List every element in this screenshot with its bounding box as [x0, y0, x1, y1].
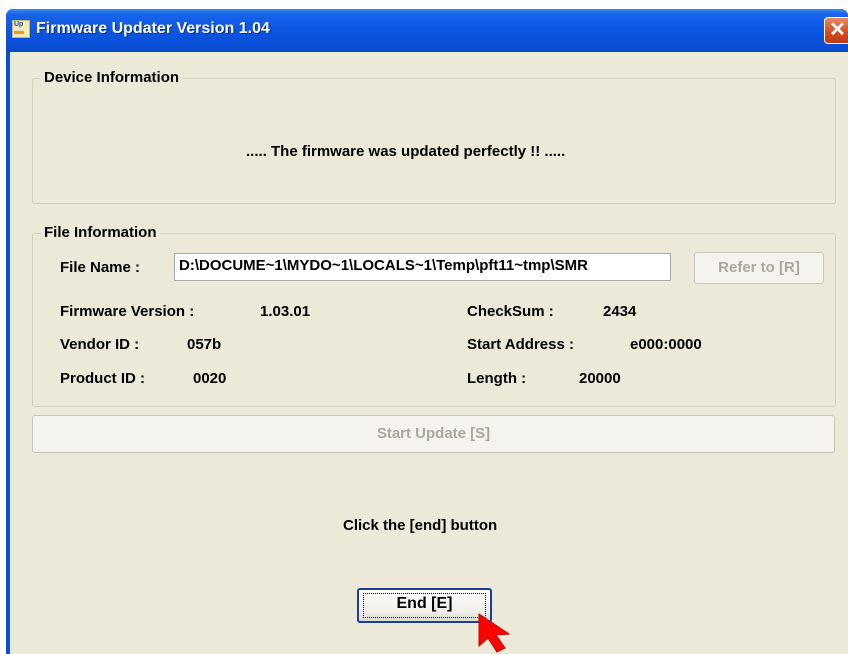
end-button-label: End [E]	[396, 595, 453, 612]
red-arrow-cursor-icon	[478, 613, 511, 653]
firmware-version-value: 1.03.01	[260, 303, 311, 320]
window-title: Firmware Updater Version 1.04	[36, 20, 270, 37]
length-value: 20000	[579, 370, 621, 387]
start-update-button[interactable]: Start Update [S]	[32, 415, 835, 453]
instruction-text: Click the [end] button	[343, 517, 498, 534]
refer-to-button[interactable]: Refer to [R]	[694, 252, 824, 284]
vendor-id-label: Vendor ID :	[60, 336, 140, 353]
file-information-legend: File Information	[41, 225, 160, 241]
product-id-label: Product ID :	[60, 370, 145, 387]
start-address-label: Start Address :	[467, 336, 574, 353]
device-information-legend: Device Information	[41, 70, 183, 86]
device-information-group: Device Information	[32, 70, 836, 204]
end-button[interactable]: End [E]	[357, 588, 492, 623]
file-name-label: File Name :	[60, 259, 141, 276]
updater-app-icon: Up	[12, 20, 30, 38]
close-button[interactable]: ✕	[824, 17, 848, 44]
product-id-value: 0020	[193, 370, 227, 387]
vendor-id-value: 057b	[187, 336, 222, 353]
checksum-label: CheckSum :	[467, 303, 554, 320]
start-address-value: e000:0000	[630, 336, 702, 353]
checksum-value: 2434	[603, 303, 637, 320]
device-status-message: ..... The firmware was updated perfectly…	[246, 143, 566, 160]
firmware-version-label: Firmware Version :	[60, 303, 195, 320]
file-name-field[interactable]: D:\DOCUME~1\MYDO~1\LOCALS~1\Temp\pft11~t…	[174, 253, 671, 281]
title-bar[interactable]: Up Firmware Updater Version 1.04 ✕	[6, 9, 848, 52]
length-label: Length :	[467, 370, 527, 387]
